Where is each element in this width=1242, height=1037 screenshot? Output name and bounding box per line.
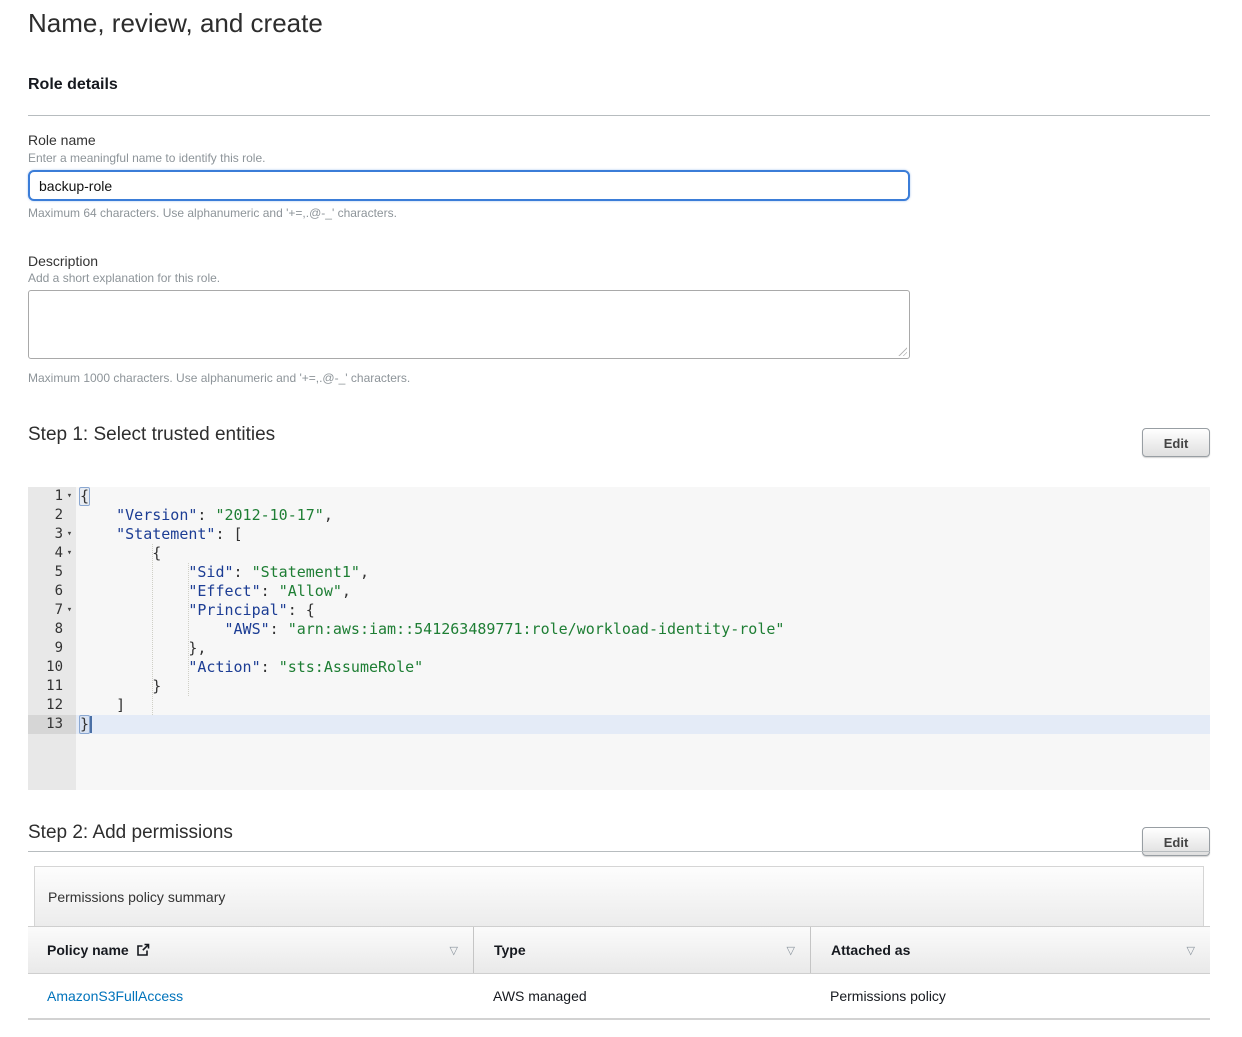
- role-name-constraint: Maximum 64 characters. Use alphanumeric …: [28, 206, 397, 220]
- fold-toggle-icon[interactable]: ▾: [63, 487, 76, 506]
- column-label: Attached as: [831, 942, 910, 958]
- indent-guide: [188, 563, 189, 696]
- editor-line: 5 "Sid": "Statement1",: [28, 563, 1210, 582]
- editor-line: 7▾ "Principal": {: [28, 601, 1210, 620]
- divider: [28, 851, 1210, 852]
- editor-line: 11 }: [28, 677, 1210, 696]
- role-name-input[interactable]: [28, 170, 910, 201]
- policy-table-header: Policy name ▽ Type ▽ Attached as ▽: [28, 926, 1210, 974]
- line-number: 11: [28, 677, 76, 696]
- editor-line: 1▾{: [28, 487, 1210, 506]
- line-number: 7▾: [28, 601, 76, 620]
- text-caret: [90, 716, 92, 733]
- editor-filler: [28, 734, 1210, 790]
- column-header-type[interactable]: Type ▽: [473, 927, 810, 973]
- line-number: 2: [28, 506, 76, 525]
- description-constraint: Maximum 1000 characters. Use alphanumeri…: [28, 371, 410, 385]
- editor-line: 6 "Effect": "Allow",: [28, 582, 1210, 601]
- policy-type-cell: AWS managed: [493, 988, 587, 1004]
- step2-heading: Step 2: Add permissions: [28, 822, 233, 844]
- line-number: 8: [28, 620, 76, 639]
- permissions-summary-header: Permissions policy summary: [34, 866, 1204, 926]
- policy-table-row: AmazonS3FullAccess AWS managed Permissio…: [28, 974, 1210, 1020]
- column-label: Policy name: [47, 942, 129, 958]
- sort-descending-icon[interactable]: ▽: [787, 944, 795, 957]
- line-number: 6: [28, 582, 76, 601]
- external-link-icon: [136, 943, 150, 957]
- column-label: Type: [494, 942, 526, 958]
- role-name-hint: Enter a meaningful name to identify this…: [28, 151, 265, 165]
- editor-line: 9 },: [28, 639, 1210, 658]
- editor-line: 12 ]: [28, 696, 1210, 715]
- line-number: 12: [28, 696, 76, 715]
- editor-line: 4▾ {: [28, 544, 1210, 563]
- editor-line: 8 "AWS": "arn:aws:iam::541263489771:role…: [28, 620, 1210, 639]
- line-number: 4▾: [28, 544, 76, 563]
- fold-toggle-icon[interactable]: ▾: [63, 525, 76, 544]
- description-textarea[interactable]: [28, 290, 910, 359]
- line-number: 5: [28, 563, 76, 582]
- line-number: 1▾: [28, 487, 76, 506]
- page-title: Name, review, and create: [28, 8, 323, 39]
- description-hint: Add a short explanation for this role.: [28, 271, 220, 285]
- create-role-review-page: Name, review, and create Role details Ro…: [0, 0, 1242, 1037]
- trust-policy-editor[interactable]: 1▾{2 "Version": "2012-10-17",3▾ "Stateme…: [28, 487, 1210, 790]
- step1-edit-button[interactable]: Edit: [1142, 428, 1210, 457]
- line-number: 13: [28, 715, 76, 734]
- divider: [28, 115, 1210, 116]
- fold-toggle-icon[interactable]: ▾: [63, 601, 76, 620]
- editor-line: 2 "Version": "2012-10-17",: [28, 506, 1210, 525]
- fold-toggle-icon[interactable]: ▾: [63, 544, 76, 563]
- editor-line: 10 "Action": "sts:AssumeRole": [28, 658, 1210, 677]
- line-number: 9: [28, 639, 76, 658]
- indent-guide: [152, 544, 153, 715]
- step1-heading: Step 1: Select trusted entities: [28, 424, 275, 446]
- permissions-summary-title: Permissions policy summary: [48, 889, 225, 905]
- policy-name-link[interactable]: AmazonS3FullAccess: [47, 988, 183, 1004]
- editor-line: 13}: [28, 715, 1210, 734]
- description-label: Description: [28, 253, 98, 269]
- column-header-policy-name[interactable]: Policy name ▽: [28, 927, 473, 973]
- role-details-heading: Role details: [28, 76, 118, 94]
- column-header-attached-as[interactable]: Attached as ▽: [810, 927, 1210, 973]
- sort-descending-icon[interactable]: ▽: [1187, 944, 1195, 957]
- policy-attached-as-cell: Permissions policy: [830, 988, 946, 1004]
- line-number: 10: [28, 658, 76, 677]
- role-name-label: Role name: [28, 132, 96, 148]
- editor-line: 3▾ "Statement": [: [28, 525, 1210, 544]
- line-number: 3▾: [28, 525, 76, 544]
- sort-descending-icon[interactable]: ▽: [450, 944, 458, 957]
